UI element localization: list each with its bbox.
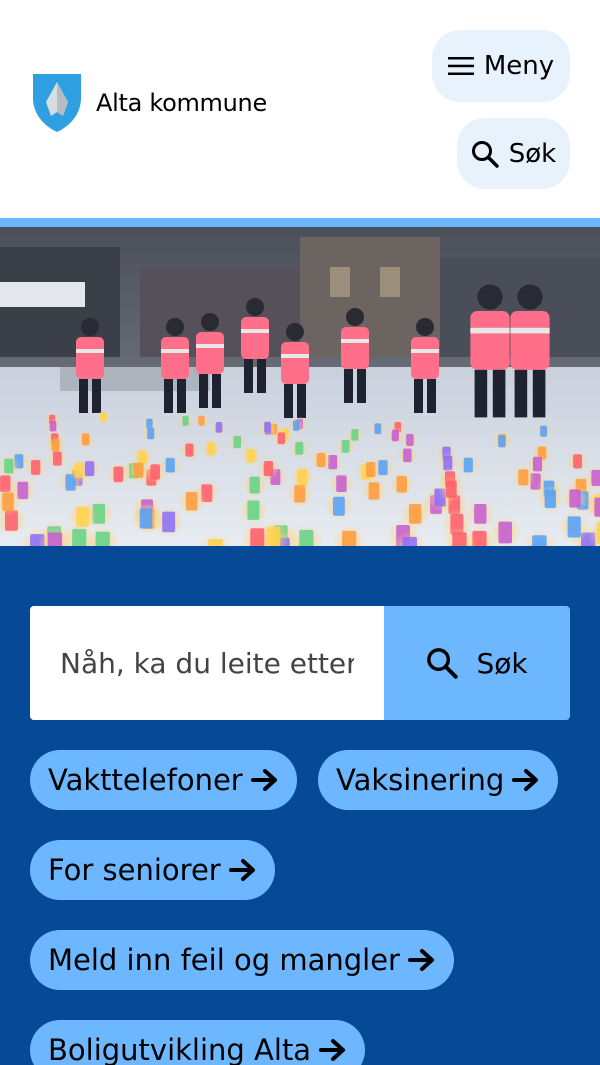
arrow-right-icon <box>512 768 540 792</box>
quick-link-boligutvikling[interactable]: Boligutvikling Alta <box>30 1020 366 1065</box>
search-submit-label: Søk <box>476 646 528 680</box>
quick-link-label: For seniorer <box>48 853 221 887</box>
quick-link-label: Vakttelefoner <box>48 763 243 797</box>
quick-link-label: Meld inn feil og mangler <box>48 943 400 977</box>
hamburger-icon <box>447 56 474 76</box>
quick-link-for-seniorer[interactable]: For seniorer <box>30 840 275 900</box>
quick-link-label: Vaksinering <box>336 763 505 797</box>
site-header: Alta kommune Meny Søk <box>0 0 600 218</box>
logo-link[interactable]: Alta kommune <box>30 72 267 134</box>
arrow-right-icon <box>319 1038 347 1062</box>
logo-text: Alta kommune <box>96 89 267 117</box>
search-input[interactable] <box>30 606 384 720</box>
menu-button[interactable]: Meny <box>432 30 570 102</box>
quick-access-section: Søk Vakttelefoner Vaksinering For senior… <box>0 546 600 1065</box>
coat-of-arms-icon <box>33 74 81 132</box>
accent-divider <box>0 218 600 227</box>
menu-label: Meny <box>483 51 555 81</box>
search-label: Søk <box>508 138 557 169</box>
arrow-right-icon <box>228 858 257 882</box>
search-submit-button[interactable]: Søk <box>384 606 570 720</box>
quick-link-meld-inn-feil[interactable]: Meld inn feil og mangler <box>30 930 454 990</box>
arrow-right-icon <box>407 948 436 972</box>
hero-image <box>0 227 600 546</box>
arrow-right-icon <box>250 768 279 792</box>
quick-link-label: Boligutvikling Alta <box>48 1033 312 1065</box>
quick-link-vaksinering[interactable]: Vaksinering <box>318 750 559 810</box>
header-search-button[interactable]: Søk <box>457 118 570 189</box>
search-form: Søk <box>30 606 570 720</box>
search-icon <box>471 140 499 168</box>
search-icon <box>426 647 459 679</box>
quick-link-vakttelefoner[interactable]: Vakttelefoner <box>30 750 297 810</box>
